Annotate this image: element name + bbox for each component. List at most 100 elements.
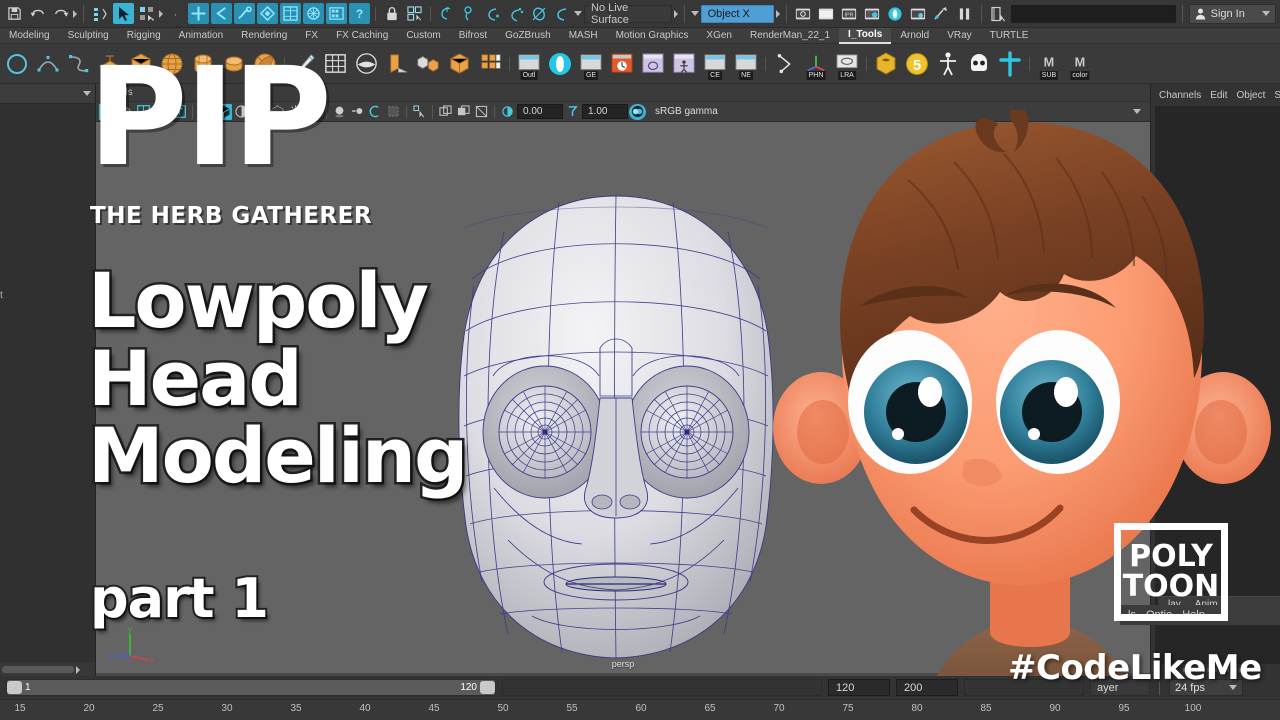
snap-point-icon[interactable] (482, 3, 503, 24)
skull-icon[interactable] (964, 47, 994, 81)
symmetry-icon[interactable] (280, 3, 301, 24)
statusbar-collapse-arrow-4[interactable] (775, 9, 780, 18)
snap-grid-icon[interactable] (303, 3, 324, 24)
menu-set-tab-turtle[interactable]: TURTLE (981, 28, 1038, 44)
channels-menu[interactable]: Channels (1159, 90, 1201, 101)
snap-curve-icon[interactable] (459, 3, 480, 24)
command-line-input[interactable] (1010, 4, 1176, 23)
anti-alias-icon[interactable] (367, 104, 384, 120)
sign-in-button[interactable]: Sign In (1188, 3, 1276, 24)
scroll-right-arrow[interactable] (76, 665, 80, 674)
screen-space-ao-icon[interactable] (331, 104, 348, 120)
menu-set-tab-custom[interactable]: Custom (397, 28, 449, 44)
move-tool-icon[interactable] (188, 3, 209, 24)
live-surface-field[interactable]: No Live Surface (584, 2, 672, 26)
menu-set-tab-xgen[interactable]: XGen (697, 28, 741, 44)
nurbs-circle-icon[interactable] (2, 47, 32, 81)
five-icon[interactable]: 5 (902, 47, 932, 81)
resolution-gate-icon[interactable] (473, 104, 490, 120)
menu-set-tab-i-tools[interactable]: I_Tools (839, 27, 892, 44)
render-settings-icon[interactable] (607, 47, 637, 81)
joint-tool-icon[interactable] (995, 47, 1025, 81)
menu-set-tab-arnold[interactable]: Arnold (891, 28, 938, 44)
soft-select-icon[interactable] (257, 3, 278, 24)
edit-menu[interactable]: Edit (1210, 90, 1227, 101)
selection-mask-field[interactable]: Object X (700, 4, 774, 23)
select-object-icon[interactable] (113, 3, 134, 24)
pause-icon[interactable] (954, 3, 975, 24)
exposure-field[interactable]: 0.00 (517, 104, 563, 119)
snap-dropdown-arrow[interactable] (574, 11, 582, 16)
render-sequence-icon[interactable] (816, 3, 837, 24)
gamma-icon[interactable] (564, 104, 581, 120)
playback-range-track[interactable] (502, 679, 822, 696)
menu-set-tab-bifrost[interactable]: Bifrost (450, 28, 496, 44)
menu-set-tab-mash[interactable]: MASH (560, 28, 607, 44)
selection-mask-dropdown[interactable] (690, 11, 699, 16)
node-editor-icon[interactable]: NE (731, 47, 761, 81)
animation-end-time-field[interactable]: 120 (828, 679, 890, 696)
timeline-ruler[interactable]: 15 20 25 30 35 40 45 50 55 60 65 70 75 80 85 90 95 100 (0, 699, 1280, 720)
sign-in-dropdown-arrow[interactable] (1262, 11, 1270, 16)
gamma-field[interactable]: 1.00 (582, 104, 628, 119)
nurbs-arc-icon[interactable] (33, 47, 63, 81)
outliner-icon[interactable]: Outl (514, 47, 544, 81)
depth-of-field-icon[interactable] (385, 104, 402, 120)
render-current-frame-icon[interactable] (793, 3, 814, 24)
snap-point-icon[interactable] (770, 47, 800, 81)
menu-set-tab-renderman-22-1[interactable]: RenderMan_22_1 (741, 28, 839, 44)
combine-icon[interactable] (413, 47, 443, 81)
statusbar-collapse-arrow-2[interactable] (159, 9, 163, 18)
undo-icon[interactable] (27, 3, 48, 24)
help-icon[interactable]: ? (349, 3, 370, 24)
snap-view-plane-icon[interactable] (505, 3, 526, 24)
extrude-icon[interactable] (382, 47, 412, 81)
render-diagnostics-icon[interactable] (931, 3, 952, 24)
python-icon[interactable] (871, 47, 901, 81)
film-gate-icon[interactable] (455, 104, 472, 120)
snap-disable-icon[interactable] (551, 3, 572, 24)
hypershade-icon[interactable] (885, 3, 906, 24)
statusbar-collapse-arrow-3[interactable] (673, 9, 678, 18)
render-view-icon[interactable] (908, 3, 929, 24)
left-dock-scrollbar[interactable] (0, 663, 95, 676)
snap-grid-point-icon[interactable] (436, 3, 457, 24)
color-management-icon[interactable] (629, 103, 646, 120)
command-line-toggle-icon[interactable] (988, 3, 1009, 24)
local-rotation-axis-icon[interactable]: LRA (832, 47, 862, 81)
character-window-icon[interactable] (669, 47, 699, 81)
lock-icon[interactable] (381, 3, 402, 24)
redo-icon[interactable] (50, 3, 71, 24)
lasso-tool-icon[interactable] (211, 3, 232, 24)
graph-editor-icon[interactable]: GE (576, 47, 606, 81)
quad-draw-icon[interactable] (475, 47, 505, 81)
range-start-handle[interactable] (7, 681, 22, 694)
select-component-icon[interactable] (136, 3, 157, 24)
bevel-icon[interactable] (351, 47, 381, 81)
hypershade-icon[interactable] (545, 47, 575, 81)
save-icon[interactable] (4, 3, 25, 24)
object-menu[interactable]: Object (1237, 90, 1266, 101)
menu-set-tab-gozbrush[interactable]: GoZBrush (496, 28, 560, 44)
isolate-select-icon[interactable] (411, 104, 428, 120)
render-settings-icon[interactable] (862, 3, 883, 24)
range-slider[interactable]: 1 120 (6, 679, 496, 696)
selection-mask-icon[interactable] (404, 3, 425, 24)
smooth-icon[interactable] (444, 47, 474, 81)
component-editor-icon[interactable]: CE (700, 47, 730, 81)
menu-set-tab-vray[interactable]: VRay (938, 28, 980, 44)
menu-set-tab-fx-caching[interactable]: FX Caching (327, 28, 397, 44)
pivot-home-icon[interactable]: PHN (801, 47, 831, 81)
playback-end-time-field[interactable]: 200 (896, 679, 958, 696)
menu-set-tab-motion-graphics[interactable]: Motion Graphics (607, 28, 698, 44)
body-rig-icon[interactable] (933, 47, 963, 81)
color-icon[interactable]: Mcolor (1065, 47, 1095, 81)
render-region-icon[interactable] (326, 3, 347, 24)
exposure-icon[interactable] (499, 104, 516, 120)
paint-select-icon[interactable] (234, 3, 255, 24)
ipr-render-icon[interactable]: IPR (839, 3, 860, 24)
node-editor-window-icon[interactable] (638, 47, 668, 81)
subdiv-icon[interactable]: M SUB (1034, 47, 1064, 81)
snap-projected-icon[interactable] (528, 3, 549, 24)
menu-set-tab-modeling[interactable]: Modeling (0, 28, 59, 44)
